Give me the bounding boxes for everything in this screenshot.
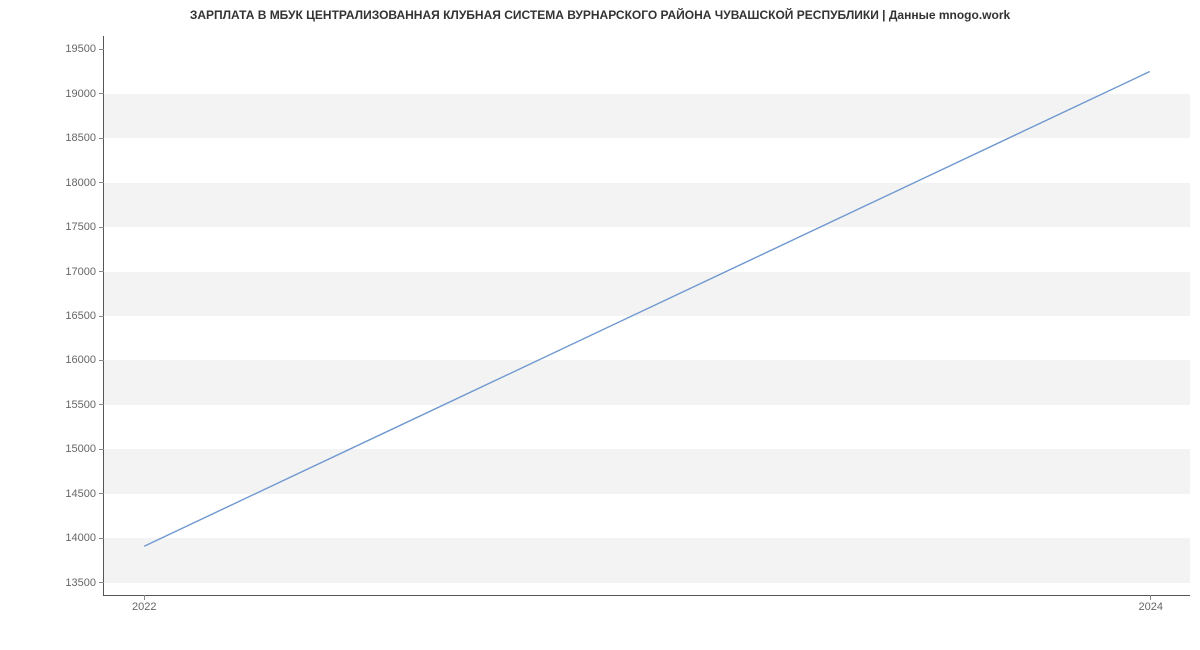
y-tick-label: 15500 — [65, 399, 104, 411]
y-tick-label: 14500 — [65, 488, 104, 500]
y-tick-label: 18500 — [65, 132, 104, 144]
y-tick-label: 17000 — [65, 266, 104, 278]
x-tick-label: 2022 — [132, 595, 156, 613]
plot-area: 1350014000145001500015500160001650017000… — [103, 36, 1190, 596]
line-series — [104, 36, 1190, 595]
y-tick-label: 14000 — [65, 532, 104, 544]
y-tick-label: 16500 — [65, 310, 104, 322]
chart-title: ЗАРПЛАТА В МБУК ЦЕНТРАЛИЗОВАННАЯ КЛУБНАЯ… — [0, 8, 1200, 22]
chart-container: ЗАРПЛАТА В МБУК ЦЕНТРАЛИЗОВАННАЯ КЛУБНАЯ… — [0, 0, 1200, 650]
y-tick-label: 17500 — [65, 221, 104, 233]
y-tick-label: 15000 — [65, 443, 104, 455]
x-tick-label: 2024 — [1138, 595, 1162, 613]
y-tick-label: 18000 — [65, 177, 104, 189]
y-tick-label: 13500 — [65, 577, 104, 589]
y-tick-label: 19500 — [65, 43, 104, 55]
y-tick-label: 19000 — [65, 88, 104, 100]
y-tick-label: 16000 — [65, 354, 104, 366]
salary-line — [144, 71, 1150, 546]
